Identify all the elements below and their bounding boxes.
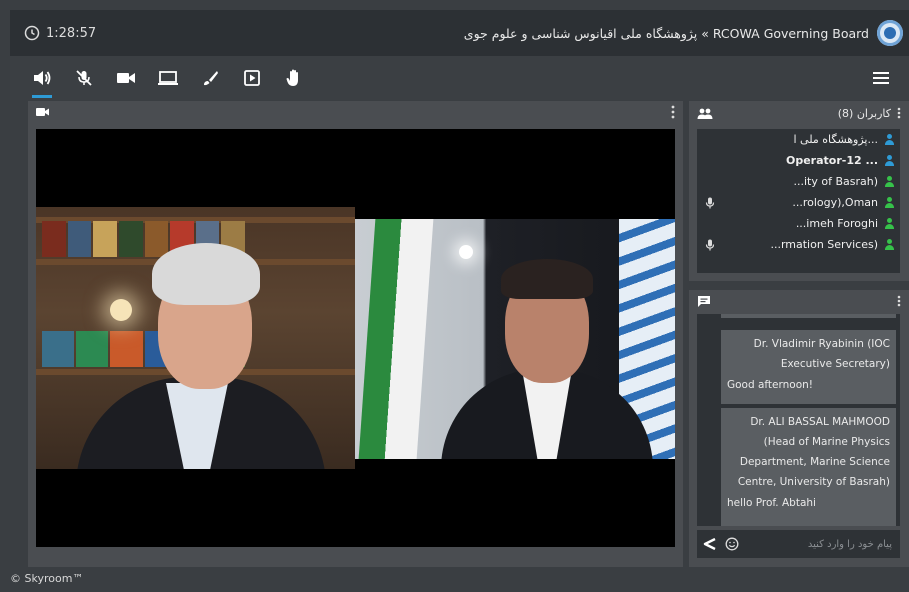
chat-message-input[interactable] <box>739 537 894 551</box>
more-options-icon[interactable] <box>897 295 901 307</box>
users-list: پژوهشگاه ملی ا... Operator-12 ... ...ity… <box>697 129 900 273</box>
menu-icon <box>873 72 889 84</box>
user-name: ...rmation Services) <box>770 238 878 251</box>
camera-button[interactable] <box>108 62 144 94</box>
clock-icon <box>24 25 40 41</box>
user-row[interactable]: ...rology),Oman <box>697 192 900 213</box>
user-row[interactable]: پژوهشگاه ملی ا... <box>697 129 900 150</box>
more-options-icon[interactable] <box>671 105 675 119</box>
chat-message: Dr. ALI BASSAL MAHMOOD (Head of Marine P… <box>721 408 896 526</box>
chat-panel-header <box>689 290 909 312</box>
play-box-icon <box>244 70 260 86</box>
elapsed-time: 1:28:57 <box>46 25 97 41</box>
video-panel-header <box>28 101 683 123</box>
user-row[interactable]: ...imeh Foroghi <box>697 213 900 234</box>
user-icon <box>884 176 894 187</box>
user-name: ...ity of Basrah) <box>793 175 878 188</box>
title-bar: 1:28:57 RCOWA Governing Board » پژوهشگاه… <box>10 10 909 56</box>
user-name: ...rology),Oman <box>792 196 878 209</box>
video-feed-participant-2[interactable] <box>355 219 675 459</box>
organization-logo-icon <box>877 20 903 46</box>
brush-icon <box>204 71 218 86</box>
users-icon <box>697 108 713 119</box>
message-text: hello Prof. Abtahi <box>727 497 816 509</box>
user-name: ...imeh Foroghi <box>795 217 878 230</box>
laptop-icon <box>158 71 178 85</box>
user-icon <box>884 197 894 208</box>
hand-icon <box>286 69 298 86</box>
camera-icon <box>36 108 49 116</box>
chat-icon <box>698 295 710 307</box>
chat-message: Dr. Vladimir Ryabinin (IOC Executive Sec… <box>721 330 896 404</box>
screen-share-button[interactable] <box>150 62 186 94</box>
microphone-icon <box>705 239 715 250</box>
page-title: RCOWA Governing Board » پژوهشگاه ملی اقی… <box>463 25 869 41</box>
user-row[interactable]: Operator-12 ... <box>697 150 900 171</box>
chat-messages: Dr. Vladimir Ryabinin (IOC Executive Sec… <box>697 314 900 526</box>
user-icon <box>884 239 894 250</box>
user-icon <box>884 134 894 145</box>
whiteboard-button[interactable] <box>192 62 228 94</box>
users-panel-header: کاربران (8) <box>689 101 909 125</box>
camera-icon <box>117 73 135 83</box>
microphone-icon <box>705 197 715 208</box>
raise-hand-button[interactable] <box>276 62 312 94</box>
user-icon <box>884 218 894 229</box>
user-name: Operator-12 ... <box>785 154 878 167</box>
user-name: پژوهشگاه ملی ا... <box>793 133 879 146</box>
user-row[interactable]: ...ity of Basrah) <box>697 171 900 192</box>
message-sender: Dr. Vladimir Ryabinin (IOC Executive Sec… <box>753 338 890 370</box>
more-options-icon[interactable] <box>897 107 901 119</box>
chat-message <box>721 314 896 318</box>
chat-input-bar <box>697 530 900 558</box>
video-feed-participant-1[interactable] <box>36 207 355 469</box>
send-icon[interactable] <box>703 538 717 550</box>
microphone-button[interactable] <box>66 62 102 94</box>
emoji-icon[interactable] <box>725 537 739 551</box>
user-icon <box>884 155 894 166</box>
message-sender: Dr. ALI BASSAL MAHMOOD (Head of Marine P… <box>737 416 890 488</box>
video-area <box>36 129 675 547</box>
session-timer: 1:28:57 <box>24 25 96 41</box>
footer-brand: © Skyroom™ <box>10 572 84 585</box>
speaker-icon <box>34 71 51 85</box>
speaker-button[interactable] <box>24 62 60 98</box>
message-text: Good afternoon! <box>727 379 814 391</box>
users-panel: کاربران (8) پژوهشگاه ملی ا... Operator-1… <box>689 101 909 281</box>
chat-panel: Dr. Vladimir Ryabinin (IOC Executive Sec… <box>689 290 909 567</box>
video-panel <box>28 101 683 567</box>
menu-button[interactable] <box>863 62 899 94</box>
users-count-label: کاربران (8) <box>837 106 891 120</box>
mic-off-icon <box>76 70 92 86</box>
user-row[interactable]: ...rmation Services) <box>697 234 900 255</box>
media-button[interactable] <box>234 62 270 94</box>
toolbar <box>10 56 909 100</box>
